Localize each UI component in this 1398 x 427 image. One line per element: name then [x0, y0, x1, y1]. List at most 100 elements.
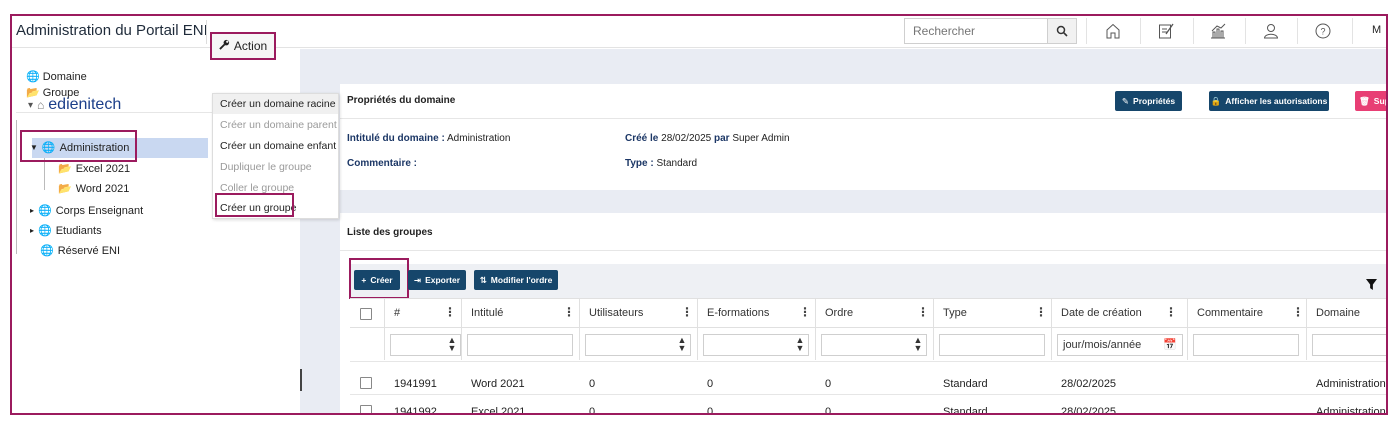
filter-domaine[interactable] — [1312, 334, 1386, 356]
cell-date-creation: 28/02/2025 — [1061, 406, 1117, 415]
cell-id: 1941991 — [394, 378, 437, 390]
groups-title: Liste des groupes — [347, 227, 433, 238]
calendar-icon[interactable]: 📅 — [1163, 338, 1177, 351]
cell-ordre: 0 — [825, 378, 832, 390]
cell-intitule[interactable]: Excel 2021 — [471, 406, 525, 413]
export-button[interactable]: ⇥ Exporter — [408, 270, 466, 290]
row-divider — [350, 361, 1386, 362]
column-header-ordre[interactable]: Ordre — [825, 307, 853, 319]
filter-domaine[interactable]: 🌐 Domaine — [26, 70, 87, 84]
filter-date-creation[interactable]: jour/mois/année 📅 — [1057, 334, 1183, 356]
column-menu-icon[interactable]: ⋮ — [1292, 305, 1304, 319]
header-divider — [1245, 18, 1246, 44]
column-menu-icon[interactable]: ⋮ — [1035, 305, 1047, 319]
column-menu-icon[interactable]: ⋮ — [444, 305, 456, 319]
wrench-icon — [219, 39, 230, 53]
stats-icon[interactable] — [1206, 19, 1230, 43]
column-header-domaine[interactable]: Domaine — [1316, 307, 1360, 319]
cell-intitule[interactable]: Word 2021 — [471, 378, 525, 390]
column-header-commentaire[interactable]: Commentaire — [1197, 307, 1263, 319]
caret-down-icon: ▾ — [28, 99, 34, 111]
cell-type: Standard — [943, 406, 988, 415]
tree-root[interactable]: ▾ ⌂ edienitech — [28, 96, 121, 114]
column-header-eformations[interactable]: E-formations — [707, 307, 769, 319]
column-header-date-creation[interactable]: Date de création — [1061, 307, 1142, 319]
cell-id: 1941992 — [394, 406, 437, 415]
trash-icon: 🗑 — [1359, 95, 1370, 106]
column-header-intitule[interactable]: Intitulé — [471, 307, 503, 319]
column-header-utilisateurs[interactable]: Utilisateurs — [589, 307, 643, 319]
field-intitule: Intitulé du domaine : Administration — [347, 133, 511, 144]
divider — [340, 250, 1386, 251]
filter-eformations[interactable] — [703, 334, 809, 356]
filter-ordre[interactable] — [821, 334, 927, 356]
tree-item-etudiants[interactable]: ▸ 🌐 Etudiants — [30, 224, 102, 238]
delete-button[interactable]: 🗑 Sup — [1355, 91, 1386, 111]
cell-utilisateurs: 0 — [589, 406, 596, 415]
header-divider — [1297, 18, 1298, 44]
search-icon — [1056, 25, 1068, 37]
column-menu-icon[interactable]: ⋮ — [917, 305, 929, 319]
help-icon[interactable]: ? — [1311, 19, 1335, 43]
properties-button[interactable]: ✎ Propriétés — [1115, 91, 1182, 111]
action-button[interactable]: Action — [210, 32, 276, 60]
column-header-id[interactable]: # — [394, 307, 400, 319]
splitter-handle[interactable] — [300, 369, 302, 391]
edit-note-icon[interactable] — [1154, 19, 1178, 43]
filter-commentaire[interactable] — [1193, 334, 1299, 356]
column-divider — [815, 298, 816, 360]
menu-create-child-domain[interactable]: Créer un domaine enfant — [220, 140, 336, 152]
tree-item-reserve-eni[interactable]: 🌐 Réservé ENI — [40, 244, 120, 258]
column-menu-icon[interactable]: ⋮ — [563, 305, 575, 319]
cell-utilisateurs: 0 — [589, 378, 596, 390]
row-checkbox[interactable] — [360, 405, 372, 413]
menu-duplicate-group[interactable]: Dupliquer le groupe — [220, 161, 312, 173]
header-divider — [1086, 18, 1087, 44]
field-type: Type : Standard — [625, 158, 698, 169]
field-created: Créé le 28/02/2025 par Super Admin — [625, 133, 790, 144]
number-spinner-icon[interactable]: ▲ ▼ — [795, 336, 805, 353]
globe-icon: 🌐 — [38, 205, 52, 217]
filter-icon[interactable] — [1366, 279, 1377, 293]
column-header-type[interactable]: Type — [943, 307, 967, 319]
number-spinner-icon[interactable]: ▲ ▼ — [913, 336, 923, 353]
cell-eformations: 0 — [707, 378, 714, 390]
header-divider — [1193, 18, 1194, 44]
cell-ordre: 0 — [825, 406, 832, 415]
column-divider — [384, 298, 385, 360]
export-icon: ⇥ — [413, 274, 422, 285]
column-menu-icon[interactable]: ⋮ — [1165, 305, 1177, 319]
row-checkbox[interactable] — [360, 377, 372, 389]
user-menu[interactable]: M — [1372, 24, 1381, 36]
filter-utilisateurs[interactable] — [585, 334, 691, 356]
divider — [340, 118, 1386, 119]
column-divider — [1051, 298, 1052, 360]
home-icon[interactable] — [1101, 19, 1125, 43]
search-input[interactable] — [904, 18, 1047, 44]
properties-title: Propriétés du domaine — [347, 95, 456, 106]
menu-create-parent-domain[interactable]: Créer un domaine parent — [220, 119, 337, 131]
row-divider — [350, 394, 1386, 395]
number-spinner-icon[interactable]: ▲ ▼ — [677, 336, 687, 353]
search-button[interactable] — [1047, 18, 1077, 44]
column-menu-icon[interactable]: ⋮ — [799, 305, 811, 319]
filter-type[interactable] — [939, 334, 1045, 356]
cell-domaine: Administration — [1316, 406, 1386, 415]
tree-item-word-2021[interactable]: 📂 Word 2021 — [58, 182, 129, 196]
app-title: Administration du Portail ENI — [16, 22, 208, 39]
select-all-checkbox[interactable] — [360, 308, 372, 320]
tree-item-corps-enseignant[interactable]: ▸ 🌐 Corps Enseignant — [30, 204, 143, 218]
lock-icon: 🔒 — [1210, 95, 1222, 106]
authorizations-button[interactable]: 🔒 Afficher les autorisations — [1209, 91, 1329, 111]
pencil-icon: ✎ — [1121, 95, 1130, 106]
filter-intitule[interactable] — [467, 334, 573, 356]
column-menu-icon[interactable]: ⋮ — [681, 305, 693, 319]
tree-item-excel-2021[interactable]: 📂 Excel 2021 — [58, 162, 130, 176]
user-icon[interactable] — [1259, 19, 1283, 43]
globe-icon: 🌐 — [26, 71, 40, 83]
menu-create-root-domain[interactable]: Créer un domaine racine — [220, 98, 336, 110]
tree-line — [16, 120, 17, 254]
cell-domaine: Administration — [1316, 378, 1386, 390]
reorder-button[interactable]: ⇅ Modifier l'ordre — [474, 270, 558, 290]
number-spinner-icon[interactable]: ▲ ▼ — [447, 336, 457, 353]
